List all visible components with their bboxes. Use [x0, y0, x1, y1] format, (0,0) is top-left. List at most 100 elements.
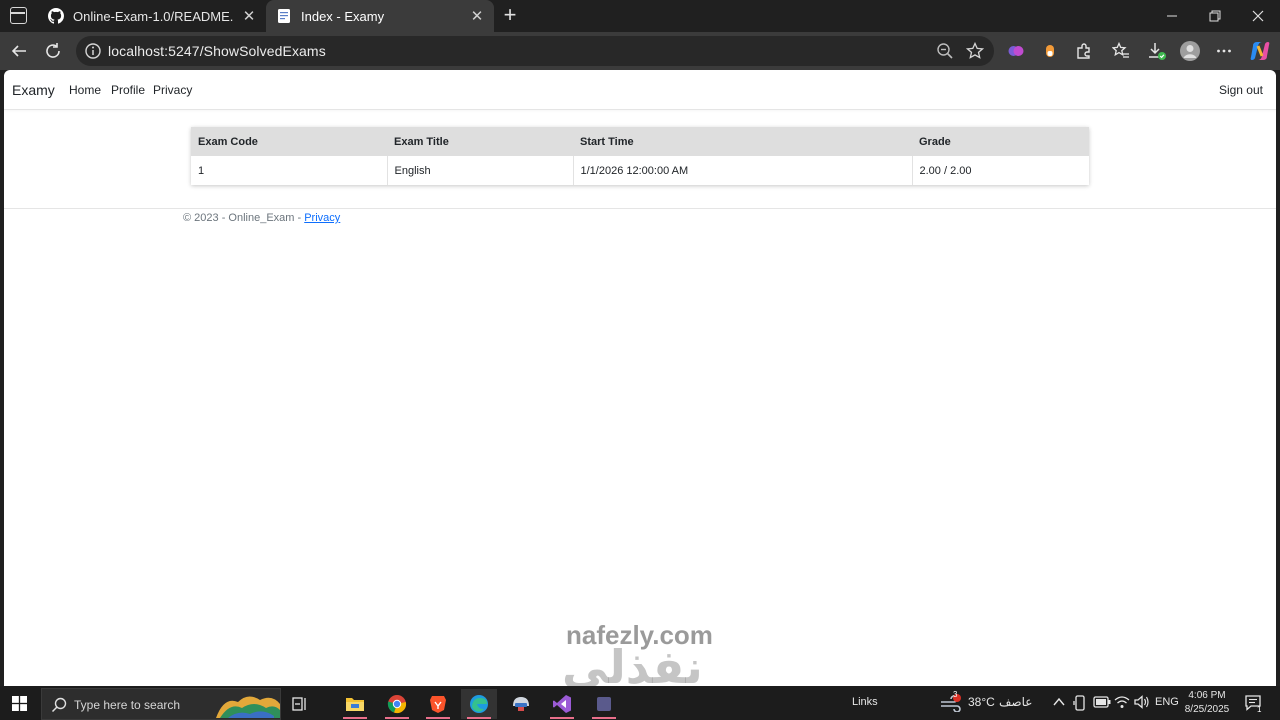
- refresh-button[interactable]: [40, 38, 66, 64]
- close-icon: [1252, 10, 1264, 22]
- back-arrow-icon: [11, 45, 26, 57]
- profile-button[interactable]: [1177, 38, 1203, 64]
- nav-link-home[interactable]: Home: [69, 83, 101, 97]
- sign-out-link[interactable]: Sign out: [1219, 83, 1263, 97]
- puzzle-icon: [1077, 43, 1090, 59]
- site-info-icon[interactable]: [84, 42, 102, 60]
- device-icon[interactable]: [1073, 695, 1087, 711]
- exams-table: Exam Code Exam Title Start Time Grade 1 …: [191, 127, 1089, 185]
- tab-close-icon[interactable]: ✕: [468, 7, 486, 25]
- tab-title: Index - Examy: [301, 8, 385, 24]
- more-menu-button[interactable]: [1211, 38, 1237, 64]
- extensions-button[interactable]: [1071, 38, 1097, 64]
- search-highlight-illustration: [216, 696, 280, 718]
- restore-icon: [1209, 10, 1221, 22]
- weather-temperature[interactable]: 38°C: [968, 695, 995, 709]
- folder-icon: [346, 698, 364, 711]
- taskbar-app-extra[interactable]: [586, 689, 622, 719]
- notification-count-badge: 1: [1257, 705, 1262, 714]
- clock-time: 4:06 PM: [1188, 690, 1226, 701]
- tab-readme[interactable]: Online-Exam-1.0/README.md at ✕: [38, 0, 266, 32]
- fox-extension-icon: [1046, 45, 1054, 57]
- clock-date: 8/25/2025: [1184, 704, 1230, 715]
- new-tab-button[interactable]: +: [499, 3, 521, 27]
- tab-title: Online-Exam-1.0/README.md at: [73, 8, 234, 24]
- footer-text: © 2023 - Online_Exam - Privacy: [183, 212, 340, 224]
- task-view-button[interactable]: [282, 689, 318, 719]
- favorite-star-icon[interactable]: [966, 42, 984, 60]
- solved-exams-table: Exam Code Exam Title Start Time Grade 1 …: [191, 127, 1089, 185]
- close-window-button[interactable]: [1236, 0, 1280, 32]
- volume-icon[interactable]: [1134, 695, 1150, 709]
- brave-lion-icon: [430, 696, 446, 713]
- minimize-button[interactable]: [1150, 0, 1194, 32]
- taskbar-edge[interactable]: [461, 689, 497, 719]
- taskbar-file-explorer[interactable]: [337, 689, 373, 719]
- page-viewport: Examy Home Profile Privacy Sign out Exam…: [4, 70, 1276, 686]
- footer-privacy-link[interactable]: Privacy: [304, 212, 340, 224]
- language-indicator[interactable]: ENG: [1155, 696, 1179, 708]
- tab-index-examy[interactable]: Index - Examy ✕: [266, 0, 494, 32]
- taskbar-app-helmet[interactable]: [503, 689, 539, 719]
- url-text[interactable]: localhost:5247/ShowSolvedExams: [108, 43, 326, 59]
- brand-link[interactable]: Examy: [12, 82, 55, 98]
- taskbar-clock[interactable]: 4:06 PM 8/25/2025: [1180, 689, 1234, 717]
- github-icon: [48, 8, 64, 24]
- nav-link-privacy[interactable]: Privacy: [153, 83, 192, 97]
- tab-actions-icon[interactable]: [10, 7, 27, 24]
- task-view-icon: [292, 697, 306, 711]
- taskbar-brave[interactable]: [420, 689, 456, 719]
- app-running-indicator: [426, 717, 450, 719]
- app-running-indicator: [343, 717, 367, 719]
- table-header-row: Exam Code Exam Title Start Time Grade: [191, 127, 1089, 156]
- app-running-indicator: [467, 717, 491, 719]
- cell-grade: 2.00 / 2.00: [919, 164, 972, 177]
- downloads-button[interactable]: [1144, 38, 1170, 64]
- battery-icon[interactable]: [1093, 696, 1111, 708]
- more-dots-icon: [1217, 49, 1231, 53]
- zoom-out-icon[interactable]: [936, 42, 954, 60]
- wifi-icon[interactable]: [1114, 695, 1130, 709]
- cell-start-time: 1/1/2026 12:00:00 AM: [573, 156, 913, 185]
- app-running-indicator: [550, 717, 574, 719]
- weather-description[interactable]: عاصف: [999, 695, 1032, 709]
- column-header-start-time: Start Time: [580, 135, 634, 148]
- profile-avatar-icon: [1180, 41, 1200, 61]
- favorites-button[interactable]: [1108, 38, 1134, 64]
- restore-button[interactable]: [1193, 0, 1237, 32]
- browser-tab-bar: Online-Exam-1.0/README.md at ✕ Index - E…: [0, 0, 1280, 32]
- download-icon: [1149, 43, 1166, 60]
- watermark-latin: nafezly.com: [566, 620, 713, 650]
- minimize-icon: [1167, 15, 1177, 17]
- favorites-list-icon: [1112, 42, 1129, 58]
- weather-alert-badge: 3: [953, 690, 958, 699]
- refresh-icon: [46, 43, 60, 58]
- copilot-button[interactable]: [1247, 38, 1273, 64]
- taskbar-search-box[interactable]: Type here to search: [41, 688, 281, 720]
- copilot-icon: [1250, 42, 1270, 60]
- chrome-icon: [387, 695, 407, 714]
- cell-exam-title: English: [387, 156, 574, 185]
- back-button[interactable]: [6, 38, 32, 64]
- windows-start-icon[interactable]: [12, 696, 27, 711]
- cell-exam-code: 1: [191, 156, 388, 185]
- weather-wind-icon[interactable]: [940, 694, 962, 712]
- nav-link-profile[interactable]: Profile: [111, 83, 145, 97]
- column-header-grade: Grade: [919, 135, 951, 148]
- visual-studio-icon: [553, 695, 571, 713]
- extension-brain-button[interactable]: [1003, 38, 1029, 64]
- helmet-app-icon: [513, 697, 529, 711]
- tab-close-icon[interactable]: ✕: [240, 7, 258, 25]
- extension-fox-button[interactable]: [1037, 38, 1063, 64]
- taskbar-visual-studio[interactable]: [544, 689, 580, 719]
- site-navbar: Examy Home Profile Privacy Sign out: [4, 70, 1276, 110]
- chevron-up-icon[interactable]: [1053, 697, 1065, 707]
- edge-icon: [470, 695, 488, 713]
- browser-toolbar: localhost:5247/ShowSolvedExams: [0, 32, 1280, 70]
- address-bar[interactable]: localhost:5247/ShowSolvedExams: [76, 36, 994, 66]
- taskbar-chrome[interactable]: [379, 689, 415, 719]
- app-running-indicator: [592, 717, 616, 719]
- links-toolbar[interactable]: Links: [852, 696, 878, 708]
- page-icon: [278, 9, 290, 23]
- site-footer: © 2023 - Online_Exam - Privacy: [4, 208, 1276, 238]
